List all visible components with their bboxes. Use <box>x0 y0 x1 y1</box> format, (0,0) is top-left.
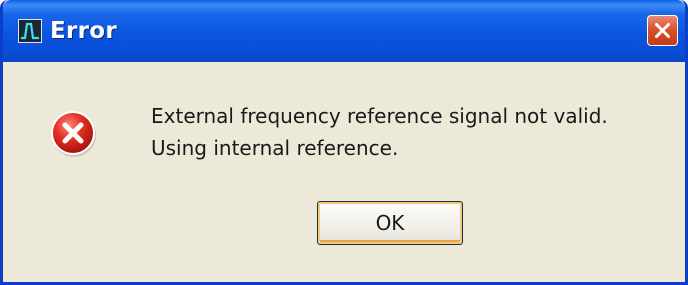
error-message-line-1: External frequency reference signal not … <box>151 104 608 128</box>
error-dialog-window: Error External frequency reference signa… <box>0 0 688 285</box>
title-bar[interactable]: Error <box>3 0 685 62</box>
error-message-line-2: Using internal reference. <box>151 136 399 160</box>
close-button[interactable] <box>647 15 678 46</box>
close-icon <box>655 23 670 38</box>
ok-button[interactable]: OK <box>317 201 463 245</box>
spectrum-app-icon <box>18 19 42 43</box>
dialog-title: Error <box>50 18 118 44</box>
error-message: External frequency reference signal not … <box>151 100 608 164</box>
error-icon <box>50 110 98 158</box>
